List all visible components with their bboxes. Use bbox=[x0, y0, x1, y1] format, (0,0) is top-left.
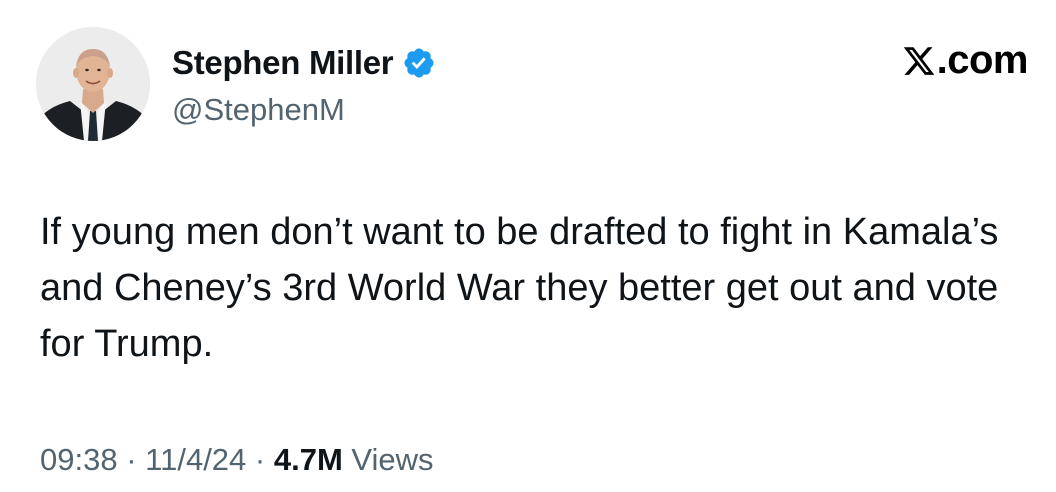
views-count: 4.7M bbox=[273, 442, 343, 477]
author-info: Stephen Miller @StephenM bbox=[172, 40, 436, 128]
avatar[interactable] bbox=[36, 27, 150, 141]
tweet-card: Stephen Miller @StephenM .com If young m… bbox=[0, 0, 1056, 492]
tweet-time[interactable]: 09:38 bbox=[40, 442, 118, 477]
tweet-header: Stephen Miller @StephenM bbox=[36, 26, 436, 142]
display-name[interactable]: Stephen Miller bbox=[172, 44, 394, 82]
x-logo-icon bbox=[903, 46, 934, 75]
avatar-image bbox=[36, 27, 150, 141]
brand-domain: .com bbox=[936, 38, 1029, 82]
meta-separator: · bbox=[126, 442, 137, 477]
tweet-text: If young men don’t want to be drafted to… bbox=[40, 211, 999, 365]
meta-separator: · bbox=[254, 442, 266, 477]
tweet-meta: 09:38 · 11/4/24 · 4.7M Views bbox=[40, 442, 434, 478]
author-handle[interactable]: @StephenM bbox=[172, 92, 436, 128]
verified-badge-icon bbox=[402, 46, 436, 80]
tweet-date[interactable]: 11/4/24 bbox=[145, 442, 246, 477]
display-name-row: Stephen Miller bbox=[172, 40, 436, 86]
views-label: Views bbox=[351, 442, 434, 477]
brand-watermark: .com bbox=[902, 38, 1029, 83]
